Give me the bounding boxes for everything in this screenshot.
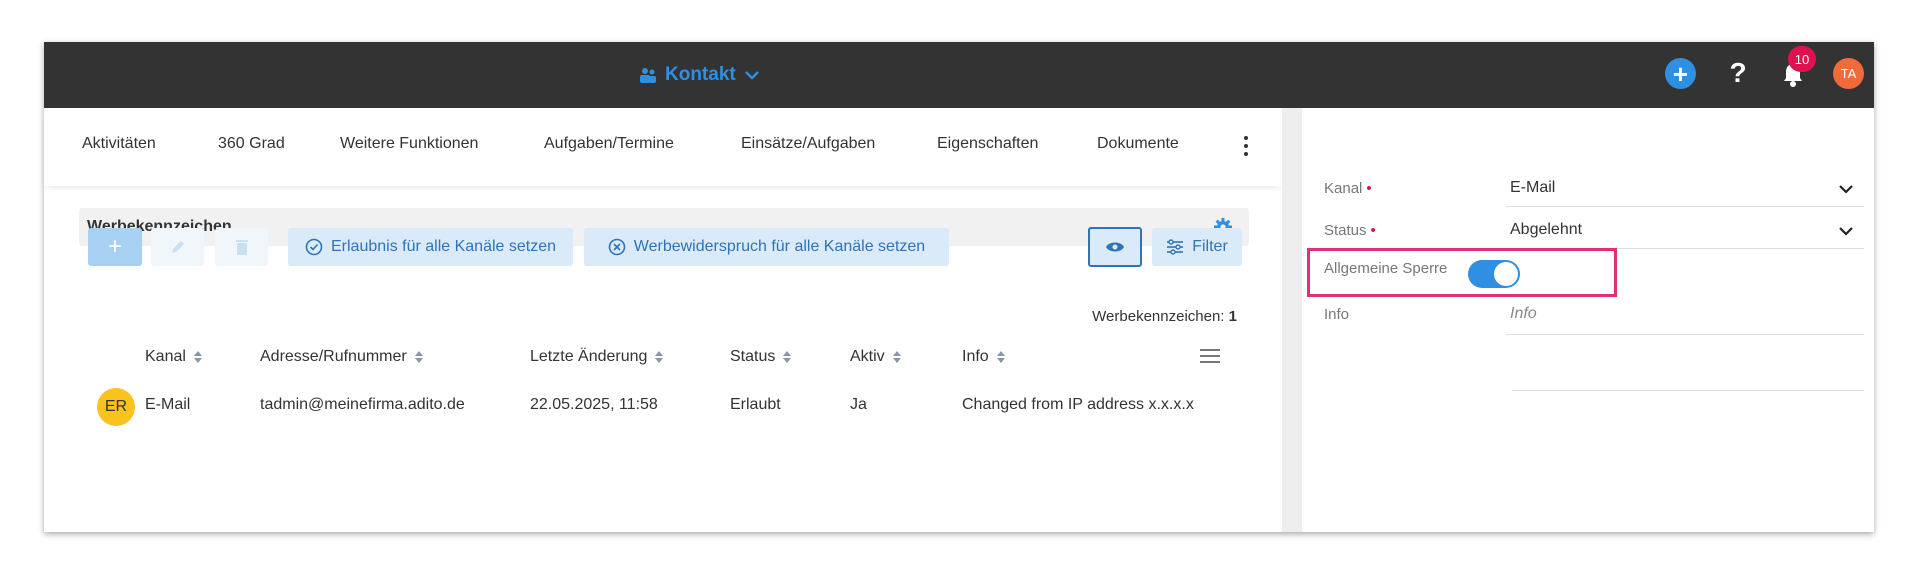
object-all-channels-button[interactable]: Werbewiderspruch für alle Kanäle setzen — [584, 228, 949, 266]
sort-icon — [193, 351, 202, 363]
edit-entry-button[interactable] — [151, 228, 204, 266]
detail-panel: Kanal • E-Mail Status • Abgelehnt Allgemei… — [1302, 108, 1874, 532]
global-add-button[interactable]: + — [1665, 58, 1696, 89]
column-header-label: Kanal — [145, 348, 186, 365]
column-header-info[interactable]: Info — [962, 348, 1005, 366]
record-count-value: 1 — [1228, 308, 1237, 325]
info-input[interactable]: Info — [1510, 305, 1537, 323]
sort-icon — [655, 351, 664, 363]
sort-icon — [892, 351, 901, 363]
context-title-label: Kontakt — [665, 64, 736, 85]
column-menu-icon[interactable] — [1200, 349, 1220, 363]
filter-button[interactable]: Filter — [1152, 228, 1242, 266]
help-icon: ? — [1729, 57, 1747, 88]
tab-360-grad[interactable]: 360 Grad — [218, 135, 285, 153]
more-tabs-icon[interactable] — [1242, 136, 1250, 156]
tab-aktivitaeten[interactable]: Aktivitäten — [82, 135, 156, 153]
help-button[interactable]: ? — [1726, 56, 1750, 90]
check-circle-icon — [305, 238, 323, 256]
cell-status[interactable]: Erlaubt — [730, 396, 781, 414]
column-header-label: Letzte Änderung — [530, 348, 648, 365]
field-underline — [1506, 334, 1864, 335]
sort-icon — [783, 351, 792, 363]
column-header-label: Adresse/Rufnummer — [260, 348, 407, 365]
column-header-label: Info — [962, 348, 989, 365]
notification-badge: 10 — [1788, 46, 1816, 72]
sort-icon — [996, 351, 1005, 363]
pencil-icon — [171, 241, 184, 253]
cell-letzte-aenderung[interactable]: 22.05.2025, 11:58 — [530, 396, 658, 414]
tab-weitere-funktionen[interactable]: Weitere Funktionen — [340, 135, 478, 153]
toggle-knob — [1494, 262, 1518, 286]
kanal-label: Kanal • — [1324, 180, 1372, 197]
status-label: Status • — [1324, 222, 1376, 239]
view-toggle-button[interactable] — [1088, 227, 1142, 267]
allgemeine-sperre-toggle[interactable] — [1468, 260, 1520, 288]
app-window: Kontakt + ? 10 TA Aktivitäten 360 Grad W… — [44, 42, 1874, 532]
column-header-adresse[interactable]: Adresse/Rufnummer — [260, 348, 423, 366]
trash-icon — [235, 240, 248, 255]
required-marker: • — [1366, 180, 1372, 197]
x-circle-icon — [608, 238, 626, 256]
column-header-status[interactable]: Status — [730, 348, 792, 366]
chevron-down-icon — [744, 71, 759, 80]
tab-eigenschaften[interactable]: Eigenschaften — [937, 135, 1038, 153]
status-select[interactable]: Abgelehnt — [1510, 221, 1582, 239]
eye-icon — [1106, 242, 1124, 252]
add-entry-button[interactable]: + — [88, 228, 142, 266]
cell-info[interactable]: Changed from IP address x.x.x.x — [962, 396, 1194, 414]
column-header-letzte-aenderung[interactable]: Letzte Änderung — [530, 348, 664, 366]
allow-all-channels-label: Erlaubnis für alle Kanäle setzen — [330, 238, 557, 255]
column-header-label: Aktiv — [850, 348, 885, 365]
allgemeine-sperre-label: Allgemeine Sperre — [1324, 260, 1448, 277]
info-label: Info — [1324, 306, 1350, 323]
context-title[interactable]: Kontakt — [639, 62, 760, 88]
record-count: Werbekennzeichen: 1 — [1092, 308, 1237, 325]
field-underline — [1512, 390, 1864, 391]
tab-dokumente[interactable]: Dokumente — [1097, 135, 1179, 153]
cell-kanal[interactable]: E-Mail — [145, 396, 190, 414]
sort-icon — [414, 351, 423, 363]
user-avatar[interactable]: TA — [1833, 58, 1864, 89]
status-label-text: Status — [1324, 222, 1367, 239]
kanal-select[interactable]: E-Mail — [1510, 179, 1555, 197]
sliders-icon — [1167, 239, 1184, 255]
delete-entry-button[interactable] — [215, 228, 268, 266]
row-avatar: ER — [97, 388, 135, 426]
cell-adresse[interactable]: tadmin@meinefirma.adito.de — [260, 396, 465, 414]
kanal-label-text: Kanal — [1324, 180, 1363, 197]
column-header-kanal[interactable]: Kanal — [145, 348, 202, 366]
tab-einsaetze-aufgaben[interactable]: Einsätze/Aufgaben — [741, 135, 875, 153]
contact-group-icon — [640, 68, 656, 83]
filter-label: Filter — [1192, 238, 1228, 255]
top-bar: Kontakt + ? 10 TA — [44, 42, 1874, 108]
field-underline — [1506, 206, 1864, 207]
chevron-down-icon[interactable] — [1838, 226, 1854, 236]
chevron-down-icon[interactable] — [1838, 184, 1854, 194]
tab-aufgaben-termine[interactable]: Aufgaben/Termine — [544, 135, 674, 153]
record-count-label: Werbekennzeichen: — [1092, 308, 1225, 325]
allow-all-channels-button[interactable]: Erlaubnis für alle Kanäle setzen — [288, 228, 573, 266]
column-header-aktiv[interactable]: Aktiv — [850, 348, 901, 366]
tab-bar: Aktivitäten 360 Grad Weitere Funktionen … — [44, 108, 1282, 186]
plus-icon: + — [1672, 58, 1689, 89]
required-marker: • — [1370, 222, 1376, 239]
column-header-label: Status — [730, 348, 776, 365]
object-all-channels-label: Werbewiderspruch für alle Kanäle setzen — [633, 238, 926, 255]
cell-aktiv[interactable]: Ja — [850, 396, 867, 414]
panel-divider[interactable] — [1282, 108, 1302, 532]
